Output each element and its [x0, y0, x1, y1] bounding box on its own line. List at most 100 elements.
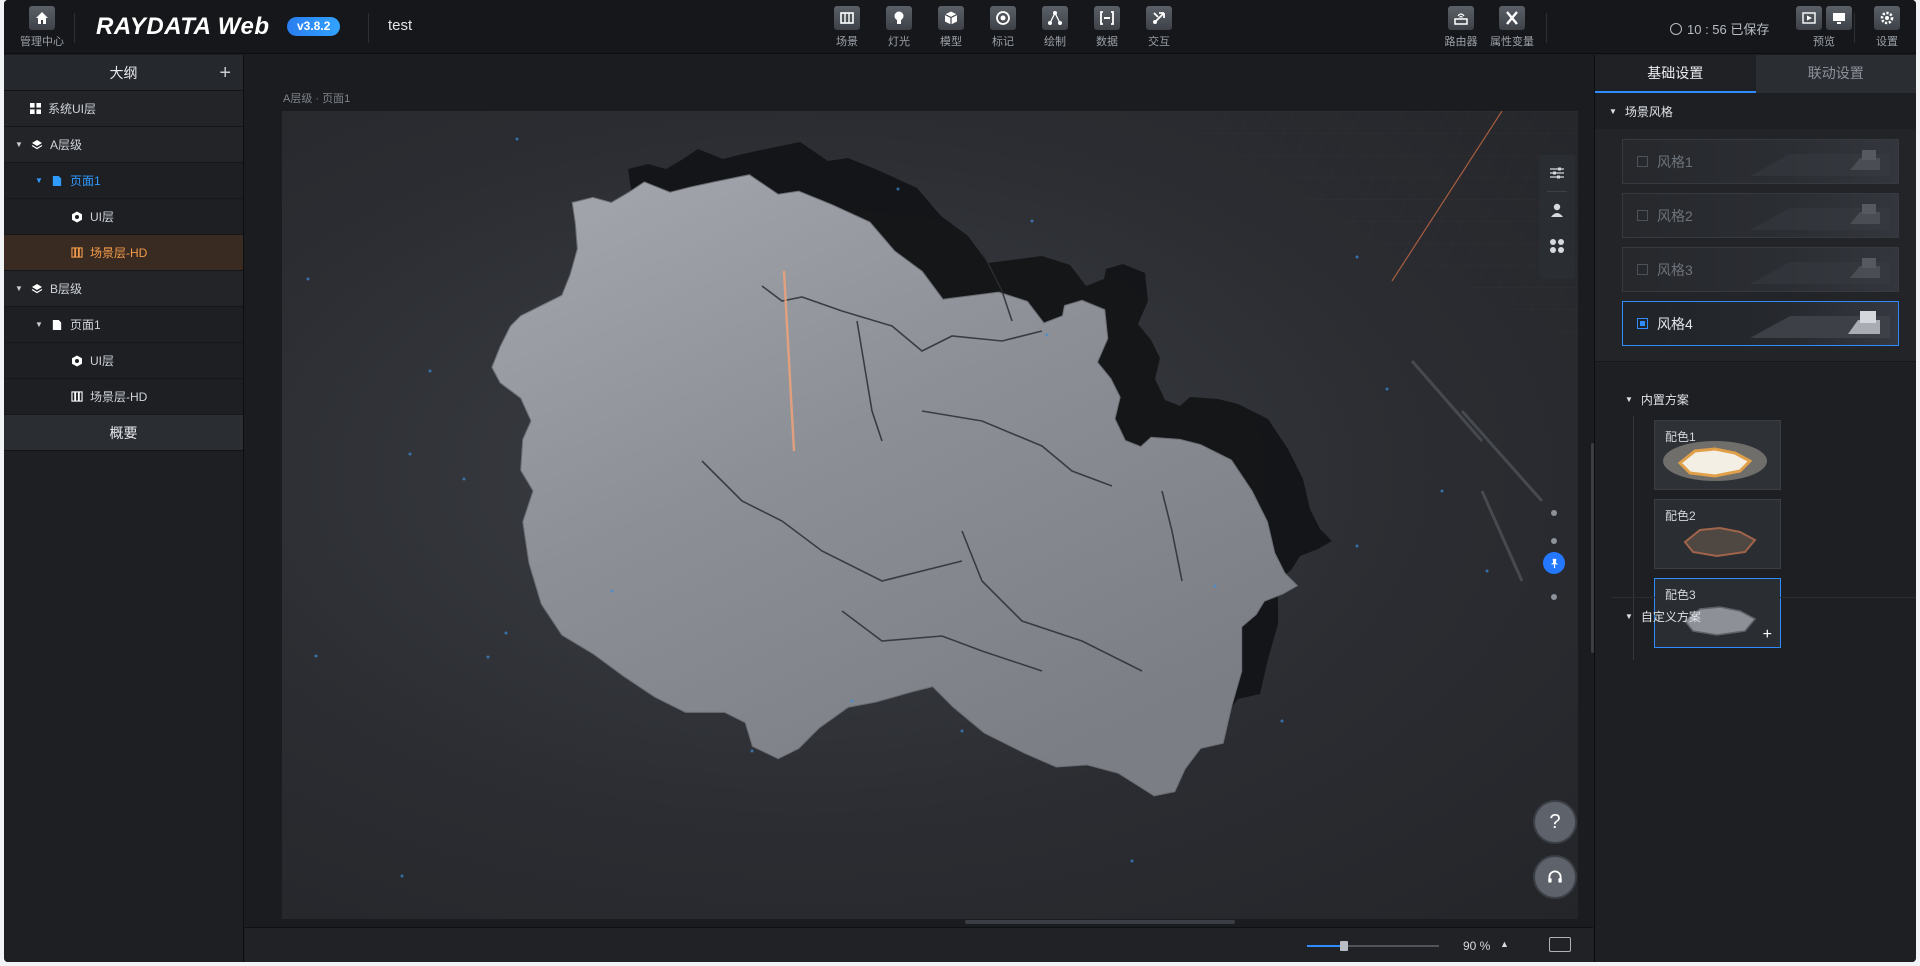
style-checkbox-checked[interactable]: [1637, 318, 1648, 329]
zoom-level: 90 %: [1463, 939, 1491, 953]
headset-icon: [1548, 870, 1562, 883]
style-checkbox[interactable]: [1637, 264, 1648, 275]
style-option-4[interactable]: 风格4: [1622, 301, 1899, 346]
pin-icon: [1550, 558, 1558, 568]
caret-down-icon[interactable]: ▼: [34, 176, 44, 185]
support-button[interactable]: [1535, 857, 1575, 897]
caret-down-icon[interactable]: ▼: [34, 320, 44, 329]
management-center-label: 管理中心: [20, 36, 64, 48]
preview-button[interactable]: 预览: [1796, 6, 1852, 49]
keyboard-shortcuts-icon[interactable]: [1549, 937, 1571, 952]
tree-item-label: A层级: [50, 138, 83, 152]
draw-icon: [1042, 6, 1068, 30]
tool-data-button[interactable]: 数据: [1083, 6, 1131, 49]
ui-layer-icon: [70, 354, 84, 368]
tree-item-label: 系统UI层: [48, 102, 97, 116]
add-layer-button[interactable]: +: [219, 55, 231, 91]
view-dot[interactable]: [1551, 510, 1557, 516]
tool-light-button[interactable]: 灯光: [875, 6, 923, 49]
style-checkbox[interactable]: [1637, 210, 1648, 221]
custom-scheme-title: 自定义方案: [1640, 609, 1701, 624]
tool-label: 模型: [940, 36, 962, 48]
tree-item-a-ui-layer[interactable]: UI层: [4, 199, 243, 235]
tree-item-system-ui-layer[interactable]: 系统UI层: [4, 91, 243, 127]
tab-linkage-settings[interactable]: 联动设置: [1756, 55, 1917, 93]
tree-item-a-scene-layer-hd[interactable]: 场景层-HD: [4, 235, 243, 271]
preview-icon-group: [1796, 6, 1852, 30]
color-scheme-1[interactable]: 配色1: [1654, 420, 1781, 490]
horizontal-scrollbar[interactable]: [965, 920, 1235, 924]
tree-item-b-level[interactable]: ▼ B层级: [4, 271, 243, 307]
scene-icon: [834, 6, 860, 30]
save-status: 10 : 56 已保存: [1670, 19, 1769, 38]
settings-tabs: 基础设置 联动设置: [1595, 55, 1916, 93]
tool-label: 场景: [836, 36, 858, 48]
divider: [74, 13, 75, 43]
divider: [368, 13, 369, 43]
breadcrumb: A层级 · 页面1: [283, 93, 351, 105]
style-option-1[interactable]: 风格1: [1622, 139, 1899, 184]
caret-down-icon[interactable]: ▼: [14, 140, 24, 149]
tree-item-label: B层级: [50, 282, 83, 296]
style-checkbox[interactable]: [1637, 156, 1648, 167]
tree-item-b-page1[interactable]: ▼ 页面1: [4, 307, 243, 343]
province-map[interactable]: [491, 174, 1299, 797]
builtin-scheme-header[interactable]: ▼ 内置方案: [1611, 382, 1916, 416]
adjust-settings-button[interactable]: [1539, 155, 1575, 191]
top-toolbar: 管理中心 RAYDATA Web v3.8.2 test 场景 灯光 模型 标记…: [4, 0, 1916, 54]
drone-view-button[interactable]: [1539, 228, 1575, 264]
viewport-tool-strip: [1539, 155, 1575, 279]
zoom-dropdown-caret-icon[interactable]: ▲: [1500, 939, 1509, 949]
overview-header[interactable]: 概要: [4, 415, 243, 451]
router-button[interactable]: 路由器: [1437, 6, 1485, 49]
outline-title: 大纲: [109, 65, 138, 81]
settings-button[interactable]: 设置: [1863, 6, 1911, 49]
builtin-scheme-title: 内置方案: [1640, 392, 1689, 407]
clock-icon: [1670, 22, 1682, 35]
view-dot[interactable]: [1551, 538, 1557, 544]
tree-item-a-page1[interactable]: ▼ 页面1: [4, 163, 243, 199]
router-icon: [1448, 6, 1474, 30]
color-scheme-2[interactable]: 配色2: [1654, 499, 1781, 569]
style-preview-art: [1750, 258, 1890, 284]
caret-down-icon: ▼: [1625, 611, 1633, 621]
tool-draw-button[interactable]: 绘制: [1031, 6, 1079, 49]
tool-label: 绘制: [1044, 36, 1066, 48]
tab-basic-settings[interactable]: 基础设置: [1595, 55, 1756, 93]
tree-item-a-level[interactable]: ▼ A层级: [4, 127, 243, 163]
tool-interact-button[interactable]: 交互: [1135, 6, 1183, 49]
scene-style-section-header[interactable]: ▼ 场景风格: [1595, 93, 1916, 129]
caret-down-icon: ▼: [1609, 106, 1617, 116]
divider: [1854, 13, 1855, 43]
tool-model-button[interactable]: 模型: [927, 6, 975, 49]
canvas-status-bar: 90 % ▲: [245, 927, 1593, 962]
caret-down-icon[interactable]: ▼: [14, 284, 24, 293]
drone-icon: [1550, 239, 1564, 253]
editor-canvas-area: A层级 · 页面1 ?: [245, 55, 1594, 927]
management-center-button[interactable]: 管理中心: [18, 6, 66, 49]
gear-icon: [1874, 6, 1900, 30]
tree-item-b-ui-layer[interactable]: UI层: [4, 343, 243, 379]
tree-item-label: UI层: [90, 210, 115, 224]
camera-person-button[interactable]: [1539, 192, 1575, 228]
tool-marker-button[interactable]: 标记: [979, 6, 1027, 49]
person-icon: [1551, 203, 1563, 217]
style-option-2[interactable]: 风格2: [1622, 193, 1899, 238]
version-badge: v3.8.2: [287, 17, 341, 36]
scene-style-list: 风格1 风格2 风格3 风格4: [1595, 129, 1916, 362]
style-preview-art: [1750, 150, 1890, 176]
tool-label: 数据: [1096, 36, 1118, 48]
view-dot[interactable]: [1551, 594, 1557, 600]
tool-scene-button[interactable]: 场景: [823, 6, 871, 49]
scene-viewport[interactable]: [282, 111, 1578, 919]
tree-item-b-scene-layer-hd[interactable]: 场景层-HD: [4, 379, 243, 415]
outline-header: 大纲 +: [4, 55, 243, 91]
zoom-slider-handle[interactable]: [1339, 941, 1348, 951]
zoom-slider[interactable]: [1307, 941, 1439, 951]
help-button[interactable]: ?: [1535, 802, 1575, 842]
attribute-variables-button[interactable]: 属性变量: [1488, 6, 1536, 49]
sliders-icon: [1550, 167, 1564, 179]
style-option-3[interactable]: 风格3: [1622, 247, 1899, 292]
add-color-scheme-icon[interactable]: +: [1763, 626, 1772, 644]
view-dot-active[interactable]: [1543, 552, 1565, 574]
